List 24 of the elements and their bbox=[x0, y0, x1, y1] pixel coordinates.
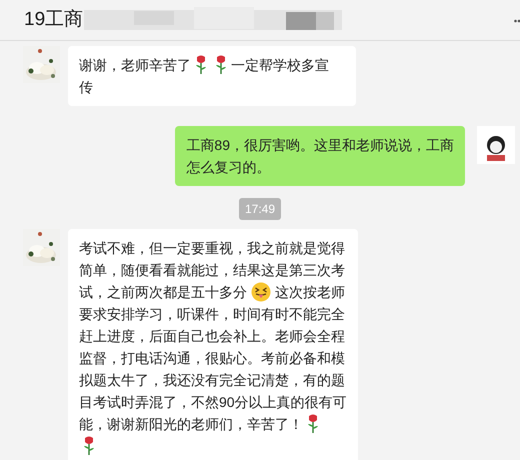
message-text: 考试不难，但一定要重视，我之前就是觉得 bbox=[79, 239, 345, 258]
timestamp: 17:49 bbox=[238, 198, 282, 220]
tongue-face-emoji-icon bbox=[251, 282, 271, 302]
rose-emoji-icon bbox=[83, 436, 95, 456]
message-text: 要求安排学习，听课件，时间有时不能完全 bbox=[79, 305, 345, 324]
message-text: 简单，随便看看就能过，结果这是第三次考 bbox=[79, 261, 345, 280]
message-text: 谢谢，老师辛苦了 bbox=[79, 56, 191, 75]
chat-title: 19工商 bbox=[24, 8, 84, 32]
rose-emoji-icon bbox=[215, 55, 227, 75]
avatar-icon bbox=[477, 126, 515, 164]
message-text: 能，谢谢新阳光的老师们，辛苦了！ bbox=[79, 415, 303, 434]
message-text: 传 bbox=[79, 78, 93, 97]
message-text: 工商89，很厉害哟。这里和老师说说，工商 bbox=[186, 136, 454, 155]
more-icon[interactable] bbox=[514, 19, 520, 23]
message-text: 监督，打电话沟通，很贴心。考前必备和模 bbox=[79, 349, 345, 368]
rose-emoji-icon bbox=[195, 55, 207, 75]
message-text: 一定帮学校多宣 bbox=[231, 56, 329, 75]
message-text: 赶上进度，后面自己也会补上。老师会全程 bbox=[79, 327, 345, 346]
message-text: 试，之前两次都是五十多分 bbox=[79, 283, 247, 302]
message-text: 目考试时弄混了，不然90分以上真的很有可 bbox=[79, 393, 347, 412]
rose-emoji-icon bbox=[307, 414, 319, 434]
message-text: 拟题太牛了，我还没有完全记清楚，有的题 bbox=[79, 371, 345, 390]
message-text: 这次按老师 bbox=[275, 283, 345, 302]
message-text: 怎么复习的。 bbox=[186, 158, 270, 177]
